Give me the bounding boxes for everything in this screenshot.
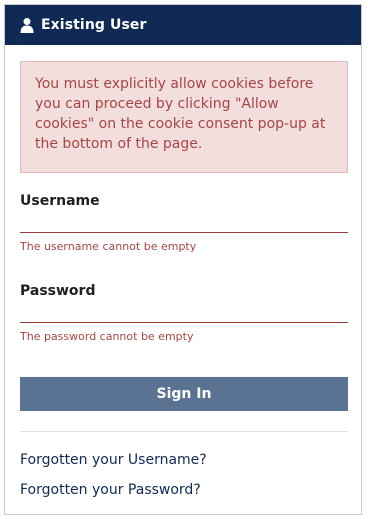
user-icon [19, 17, 35, 33]
divider [20, 431, 348, 432]
forgot-username-link[interactable]: Forgotten your Username? [20, 452, 347, 468]
panel-title: Existing User [41, 17, 147, 33]
login-content: You must explicitly allow cookies before… [5, 45, 361, 498]
username-input[interactable] [20, 215, 348, 233]
recovery-links: Forgotten your Username? Forgotten your … [20, 452, 347, 498]
username-error-message: The username cannot be empty [20, 240, 197, 253]
sign-in-button[interactable]: Sign In [20, 377, 348, 411]
password-field-group: Password The password cannot be empty [20, 283, 348, 343]
password-label: Password [20, 283, 96, 299]
password-error-message: The password cannot be empty [20, 330, 194, 343]
existing-user-panel: Existing User You must explicitly allow … [4, 4, 362, 515]
forgot-password-link[interactable]: Forgotten your Password? [20, 482, 347, 498]
username-label: Username [20, 193, 100, 209]
password-input[interactable] [20, 305, 348, 323]
username-field-group: Username The username cannot be empty [20, 193, 348, 253]
panel-header: Existing User [5, 5, 361, 45]
cookie-warning-alert: You must explicitly allow cookies before… [20, 61, 348, 173]
